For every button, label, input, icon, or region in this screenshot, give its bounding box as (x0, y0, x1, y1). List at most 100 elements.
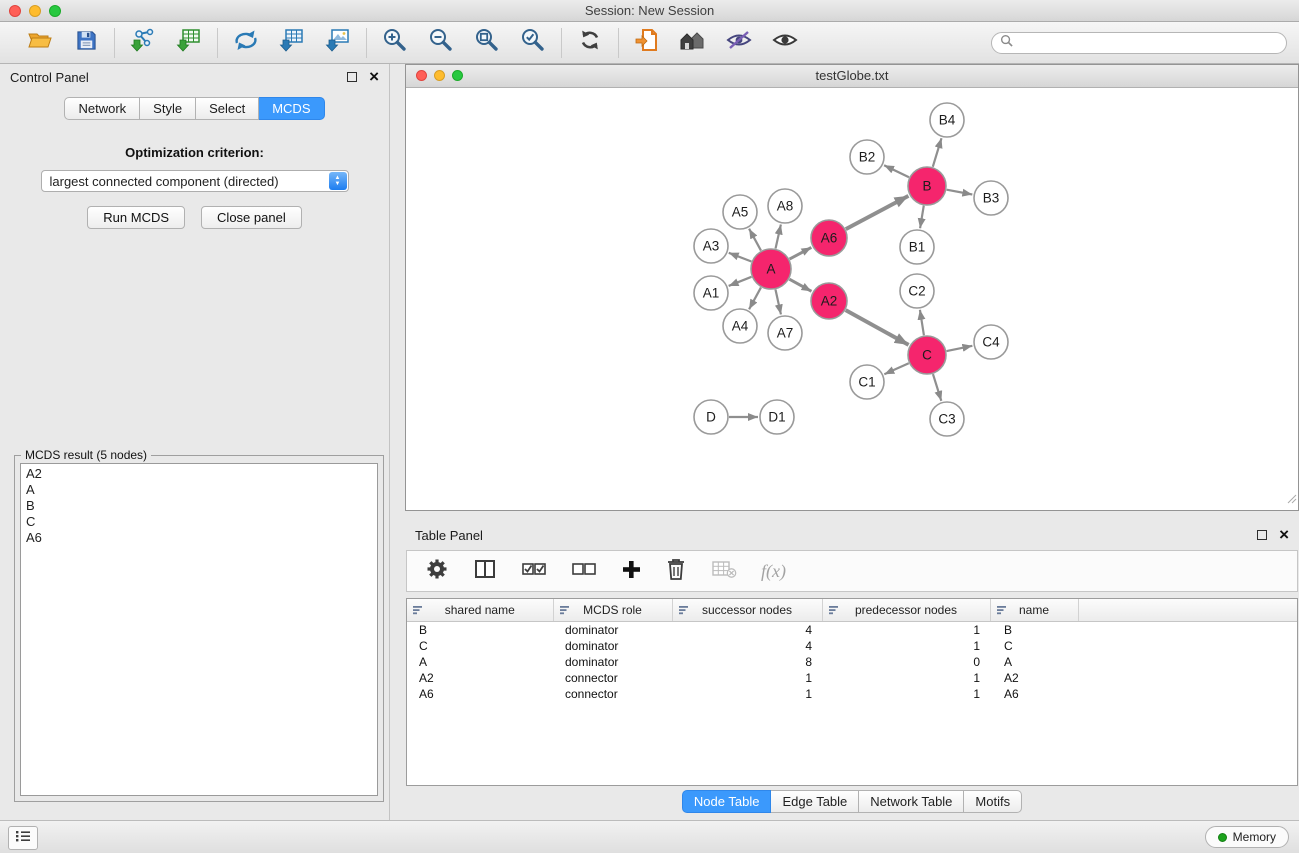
zoom-selected-button[interactable] (518, 28, 548, 58)
tab-network[interactable]: Network (64, 97, 140, 120)
graph-node-B[interactable]: B (908, 167, 946, 205)
show-details-button[interactable] (770, 28, 800, 58)
import-network-button[interactable] (128, 28, 158, 58)
run-mcds-button[interactable]: Run MCDS (87, 206, 185, 229)
new-network-button[interactable] (231, 28, 261, 58)
table-cell[interactable]: A (407, 654, 553, 670)
tab-network-table[interactable]: Network Table (859, 790, 964, 813)
mcds-result-item[interactable]: B (26, 498, 372, 514)
table-row[interactable]: Cdominator41C (407, 638, 1297, 654)
graph-edge-B-B4[interactable] (933, 138, 942, 167)
mcds-result-list[interactable]: A2ABCA6 (20, 463, 378, 796)
table-row[interactable]: Bdominator41B (407, 622, 1297, 639)
graph-edge-A-A5[interactable] (749, 229, 761, 251)
zoom-fit-button[interactable] (472, 28, 502, 58)
graph-edge-A-A2[interactable] (789, 279, 811, 291)
table-row[interactable]: A6connector11A6 (407, 686, 1297, 702)
column-header-predecessor-nodes[interactable]: predecessor nodes (822, 599, 990, 622)
select-all-button[interactable] (521, 559, 547, 584)
task-history-button[interactable] (8, 826, 38, 850)
graph-node-A4[interactable]: A4 (723, 309, 757, 343)
table-cell[interactable]: 1 (822, 670, 990, 686)
graph-node-A2[interactable]: A2 (811, 283, 847, 319)
graph-node-B3[interactable]: B3 (974, 181, 1008, 215)
float-panel-icon[interactable] (347, 72, 357, 82)
table-cell[interactable]: A6 (990, 686, 1078, 702)
network-canvas[interactable]: B4B2BB3A5A8A6A3B1AA1C2A2A4A7C4CC1C3DD1 (406, 87, 1298, 510)
graph-edge-B-B2[interactable] (884, 165, 909, 177)
delete-column-button[interactable] (665, 557, 687, 586)
graph-node-C4[interactable]: C4 (974, 325, 1008, 359)
graph-node-A6[interactable]: A6 (811, 220, 847, 256)
import-table-button[interactable] (174, 28, 204, 58)
table-cell[interactable]: 1 (822, 638, 990, 654)
graph-edge-A-A6[interactable] (790, 247, 812, 259)
graph-edge-C-C4[interactable] (947, 346, 973, 351)
graph-node-A3[interactable]: A3 (694, 229, 728, 263)
graph-node-B2[interactable]: B2 (850, 140, 884, 174)
mcds-result-item[interactable]: A2 (26, 466, 372, 482)
table-cell[interactable]: 8 (672, 654, 822, 670)
mcds-result-item[interactable]: C (26, 514, 372, 530)
network-from-table-button[interactable] (277, 28, 307, 58)
graph-node-B1[interactable]: B1 (900, 230, 934, 264)
graph-edge-C-C3[interactable] (933, 374, 941, 401)
home-button[interactable] (678, 28, 708, 58)
graph-edge-A2-C[interactable] (846, 310, 909, 345)
graph-node-D[interactable]: D (694, 400, 728, 434)
search-input[interactable] (1018, 35, 1278, 51)
graph-node-C3[interactable]: C3 (930, 402, 964, 436)
table-cell[interactable]: 1 (672, 686, 822, 702)
graph-node-A7[interactable]: A7 (768, 316, 802, 350)
table-cell[interactable]: connector (553, 686, 672, 702)
toolbar-search-field[interactable] (991, 32, 1287, 54)
table-cell[interactable]: A2 (990, 670, 1078, 686)
table-cell[interactable]: C (407, 638, 553, 654)
graph-node-A[interactable]: A (751, 249, 791, 289)
optimization-criterion-dropdown[interactable]: largest connected component (directed) ▲… (41, 170, 349, 192)
graph-edge-A-A3[interactable] (729, 253, 752, 262)
table-cell[interactable]: A2 (407, 670, 553, 686)
column-header-mcds-role[interactable]: MCDS role (553, 599, 672, 622)
mcds-result-item[interactable]: A6 (26, 530, 372, 546)
deselect-all-button[interactable] (571, 559, 597, 584)
close-panel-icon[interactable]: × (369, 70, 379, 84)
column-header-successor-nodes[interactable]: successor nodes (672, 599, 822, 622)
graph-edge-A-A1[interactable] (729, 277, 752, 286)
table-row[interactable]: A2connector11A2 (407, 670, 1297, 686)
graph-edge-A-A7[interactable] (775, 290, 780, 315)
table-cell[interactable]: C (990, 638, 1078, 654)
tab-node-table[interactable]: Node Table (682, 790, 772, 813)
tab-motifs[interactable]: Motifs (964, 790, 1022, 813)
table-cell[interactable]: A (990, 654, 1078, 670)
graph-node-C[interactable]: C (908, 336, 946, 374)
column-header-shared-name[interactable]: shared name (407, 599, 553, 622)
delete-table-button[interactable] (711, 559, 737, 584)
table-cell[interactable]: 1 (822, 622, 990, 639)
table-settings-button[interactable] (425, 557, 449, 586)
graph-edge-B-B1[interactable] (920, 206, 924, 229)
graph-node-A5[interactable]: A5 (723, 195, 757, 229)
graph-edge-A-A8[interactable] (776, 225, 781, 249)
tab-edge-table[interactable]: Edge Table (771, 790, 859, 813)
dropdown-stepper[interactable]: ▲ ▼ (329, 172, 347, 190)
table-cell[interactable]: A6 (407, 686, 553, 702)
network-snapshot-button[interactable] (632, 28, 662, 58)
graph-node-D1[interactable]: D1 (760, 400, 794, 434)
table-row[interactable]: Adominator80A (407, 654, 1297, 670)
save-session-button[interactable] (71, 28, 101, 58)
table-cell[interactable]: 4 (672, 638, 822, 654)
create-column-button[interactable] (621, 559, 641, 584)
show-columns-button[interactable] (473, 557, 497, 586)
float-table-panel-icon[interactable] (1257, 530, 1267, 540)
table-cell[interactable]: 0 (822, 654, 990, 670)
close-table-panel-icon[interactable]: × (1279, 528, 1289, 542)
graph-node-C2[interactable]: C2 (900, 274, 934, 308)
graph-edge-A-A4[interactable] (749, 287, 761, 309)
graph-edge-B-B3[interactable] (947, 190, 973, 195)
open-session-button[interactable] (25, 28, 55, 58)
resize-handle-icon[interactable] (1285, 491, 1297, 509)
column-header-name[interactable]: name (990, 599, 1078, 622)
table-cell[interactable]: connector (553, 670, 672, 686)
table-cell[interactable]: dominator (553, 654, 672, 670)
